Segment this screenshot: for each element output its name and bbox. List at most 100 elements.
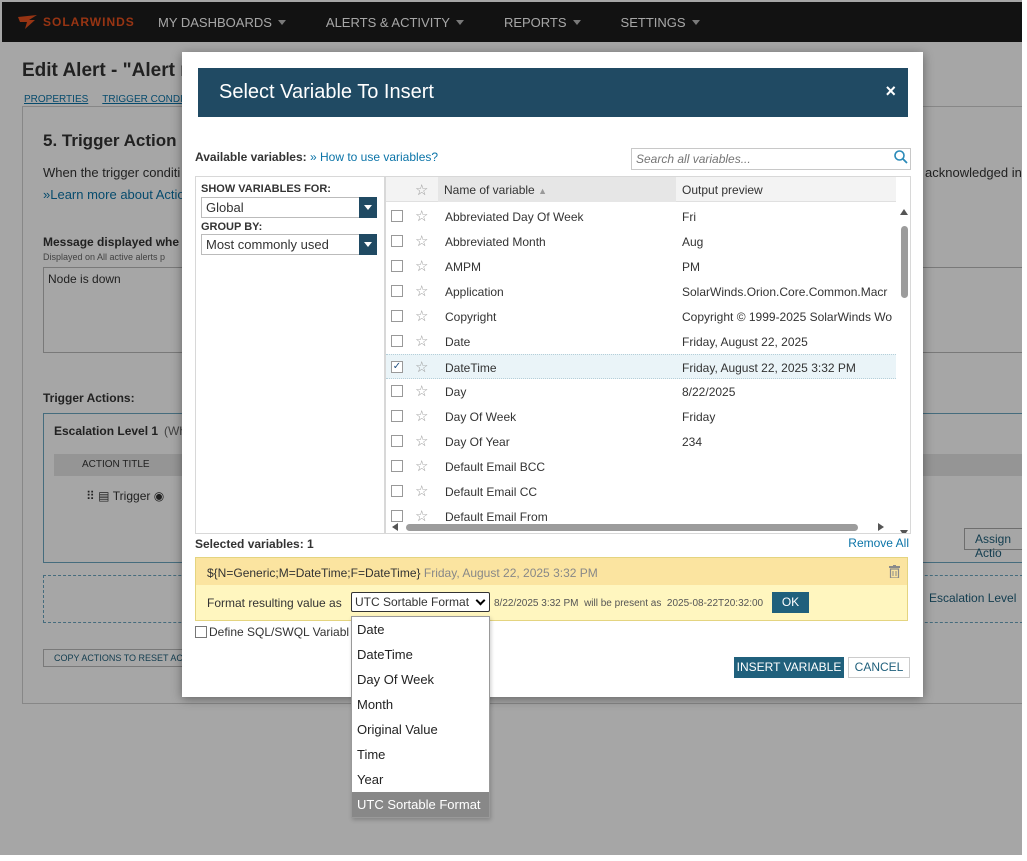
remove-all-link[interactable]: Remove All bbox=[848, 536, 909, 550]
show-variables-for-value: Global bbox=[206, 200, 244, 215]
horizontal-scroll-thumb[interactable] bbox=[406, 524, 858, 531]
format-dropdown-list: Date DateTime Day Of Week Month Original Val… bbox=[351, 616, 490, 818]
dialog-header: Select Variable To Insert × bbox=[198, 68, 908, 117]
define-sql-label: Define SQL/SWQL Variabl bbox=[209, 625, 350, 639]
variable-output: Copyright © 1999-2025 SolarWinds Wo bbox=[682, 310, 893, 324]
ok-button[interactable]: OK bbox=[772, 592, 809, 613]
table-row[interactable]: ☆ Default Email BCC bbox=[386, 454, 896, 479]
star-icon[interactable]: ☆ bbox=[415, 307, 428, 325]
row-checkbox[interactable] bbox=[391, 385, 403, 397]
star-icon[interactable]: ☆ bbox=[415, 407, 428, 425]
table-row[interactable]: ☆ Abbreviated Day Of Week Fri bbox=[386, 204, 896, 229]
star-icon[interactable]: ☆ bbox=[415, 207, 428, 225]
selected-variable-code: ${N=Generic;M=DateTime;F=DateTime} Frida… bbox=[207, 566, 598, 580]
row-checkbox[interactable] bbox=[391, 435, 403, 447]
row-checkbox[interactable] bbox=[391, 460, 403, 472]
star-icon[interactable]: ☆ bbox=[415, 382, 428, 400]
table-row[interactable]: ☆ Day Of Week Friday bbox=[386, 404, 896, 429]
row-checkbox[interactable] bbox=[391, 485, 403, 497]
row-checkbox[interactable] bbox=[391, 410, 403, 422]
group-by-value: Most commonly used bbox=[206, 237, 329, 252]
scroll-left-icon[interactable] bbox=[392, 523, 398, 531]
star-icon[interactable]: ☆ bbox=[415, 232, 428, 250]
vertical-scroll-thumb[interactable] bbox=[901, 226, 908, 298]
table-row[interactable]: ☆ Date Friday, August 22, 2025 bbox=[386, 329, 896, 354]
define-sql-checkbox[interactable] bbox=[195, 626, 207, 638]
row-checkbox[interactable] bbox=[391, 310, 403, 322]
column-output-preview[interactable]: Output preview bbox=[682, 183, 763, 197]
variable-name: AMPM bbox=[445, 260, 481, 274]
format-option[interactable]: Date bbox=[352, 617, 489, 642]
format-example: 8/22/2025 3:32 PM will be present as 202… bbox=[494, 598, 763, 609]
format-option[interactable]: Time bbox=[352, 742, 489, 767]
variable-output: 234 bbox=[682, 435, 703, 449]
selected-variable-panel: ${N=Generic;M=DateTime;F=DateTime} Frida… bbox=[195, 557, 908, 621]
how-to-use-link[interactable]: » How to use variables? bbox=[310, 150, 438, 164]
star-icon[interactable]: ☆ bbox=[415, 257, 428, 275]
scroll-right-icon[interactable] bbox=[878, 523, 884, 531]
star-icon[interactable]: ☆ bbox=[415, 457, 428, 475]
table-row[interactable]: ☆ Abbreviated Month Aug bbox=[386, 229, 896, 254]
row-checkbox[interactable]: ✓ bbox=[391, 361, 403, 373]
format-value: UTC Sortable Format bbox=[355, 595, 470, 609]
scroll-down-icon[interactable] bbox=[900, 530, 908, 533]
format-option[interactable]: Year bbox=[352, 767, 489, 792]
star-icon[interactable]: ☆ bbox=[415, 332, 428, 350]
variable-name: Application bbox=[445, 285, 504, 299]
variable-code: ${N=Generic;M=DateTime;F=DateTime} bbox=[207, 566, 421, 580]
format-option[interactable]: Day Of Week bbox=[352, 667, 489, 692]
row-checkbox[interactable] bbox=[391, 260, 403, 272]
define-sql-checkbox-row[interactable]: Define SQL/SWQL Variabl bbox=[195, 625, 349, 639]
insert-variable-button[interactable]: INSERT VARIABLE bbox=[734, 657, 844, 678]
row-checkbox[interactable] bbox=[391, 210, 403, 222]
show-variables-for-select[interactable]: Global bbox=[201, 197, 377, 218]
scroll-up-icon[interactable] bbox=[900, 209, 908, 215]
star-icon[interactable]: ☆ bbox=[415, 358, 428, 376]
select-variable-dialog: Select Variable To Insert × Available va… bbox=[182, 52, 923, 697]
table-row[interactable]: ☆ Day Of Year 234 bbox=[386, 429, 896, 454]
torn-edge-right bbox=[1022, 0, 1027, 861]
variable-name: Copyright bbox=[445, 310, 497, 324]
table-row[interactable]: ☆ Day 8/22/2025 bbox=[386, 379, 896, 404]
format-select[interactable]: UTC Sortable Format bbox=[351, 592, 490, 612]
column-name-of-variable[interactable]: Name of variable ▲ bbox=[438, 177, 676, 202]
table-row[interactable]: ☆ AMPM PM bbox=[386, 254, 896, 279]
format-option[interactable]: DateTime bbox=[352, 642, 489, 667]
format-example-mid: will be present as bbox=[584, 598, 662, 609]
row-checkbox[interactable] bbox=[391, 235, 403, 247]
group-by-select[interactable]: Most commonly used bbox=[201, 234, 377, 255]
star-icon[interactable]: ☆ bbox=[415, 482, 428, 500]
variable-name: Default Email CC bbox=[445, 485, 538, 499]
table-row[interactable]: ✓ ☆ DateTime Friday, August 22, 2025 3:32 P… bbox=[386, 354, 896, 379]
star-icon[interactable]: ☆ bbox=[415, 282, 428, 300]
show-variables-for-label: SHOW VARIABLES FOR: bbox=[201, 183, 331, 195]
table-row[interactable]: ☆ Application SolarWinds.Orion.Core.Common… bbox=[386, 279, 896, 304]
search-variables-input[interactable] bbox=[631, 148, 911, 170]
close-icon[interactable]: × bbox=[885, 81, 896, 102]
format-option[interactable]: UTC Sortable Format bbox=[352, 792, 489, 817]
format-option[interactable]: Month bbox=[352, 692, 489, 717]
variable-output: SolarWinds.Orion.Core.Common.Macr bbox=[682, 285, 888, 299]
star-column-icon[interactable]: ☆ bbox=[415, 181, 428, 199]
torn-edge-bottom bbox=[0, 855, 1027, 861]
vertical-scrollbar[interactable] bbox=[898, 204, 910, 533]
column-name-label: Name of variable bbox=[444, 183, 535, 197]
search-icon[interactable] bbox=[893, 149, 911, 169]
row-checkbox[interactable] bbox=[391, 285, 403, 297]
chevron-down-icon bbox=[475, 595, 486, 606]
variable-name: Date bbox=[445, 335, 471, 349]
available-variables-label: Available variables: bbox=[195, 150, 307, 164]
format-option[interactable]: Original Value bbox=[352, 717, 489, 742]
trash-icon[interactable] bbox=[889, 565, 900, 579]
variable-preview: Friday, August 22, 2025 3:32 PM bbox=[423, 566, 598, 580]
grid-header: ☆ Name of variable ▲ Output preview bbox=[386, 177, 896, 202]
table-row[interactable]: ☆ Copyright Copyright © 1999-2025 SolarWin… bbox=[386, 304, 896, 329]
table-row[interactable]: ☆ Default Email CC bbox=[386, 479, 896, 504]
format-example-from: 8/22/2025 3:32 PM bbox=[494, 598, 579, 609]
star-icon[interactable]: ☆ bbox=[415, 432, 428, 450]
cancel-button[interactable]: CANCEL bbox=[848, 657, 910, 678]
variable-name: Abbreviated Day Of Week bbox=[445, 210, 584, 224]
row-checkbox[interactable] bbox=[391, 335, 403, 347]
horizontal-scrollbar[interactable] bbox=[386, 521, 896, 533]
variable-name: Day bbox=[445, 385, 467, 399]
